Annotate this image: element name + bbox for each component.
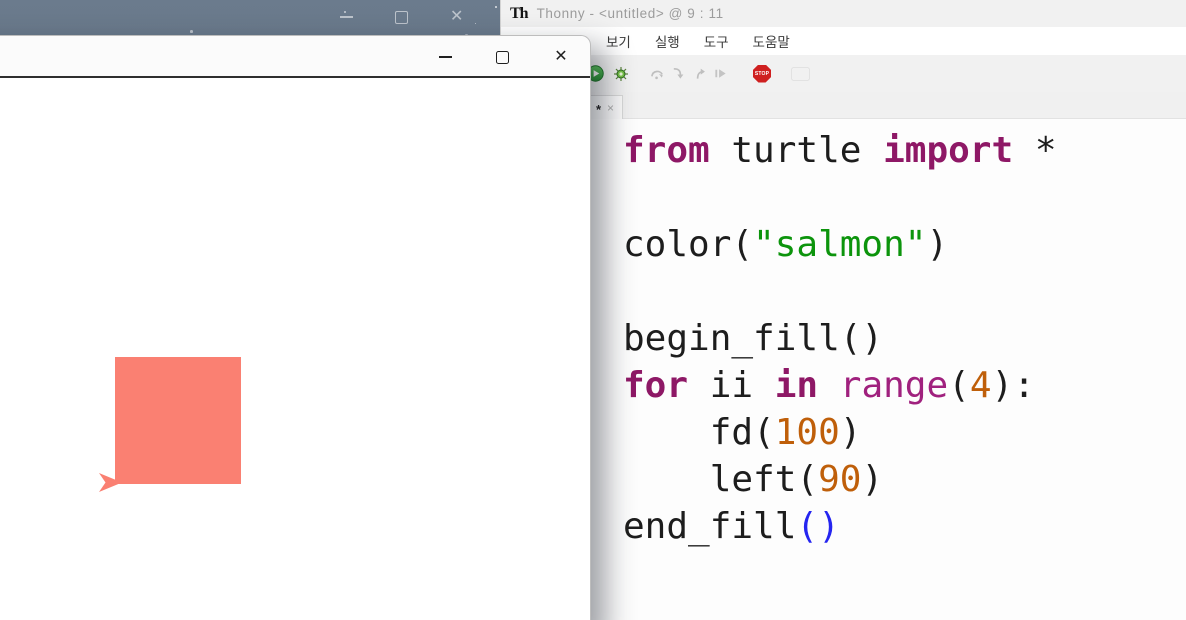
- menu-run[interactable]: 실행: [655, 31, 680, 51]
- close-button[interactable]: ✕: [548, 36, 574, 78]
- turtle-graphics-window: ✕: [0, 35, 591, 620]
- resume-icon: [715, 69, 726, 78]
- close-icon[interactable]: ✕: [450, 9, 463, 25]
- step-buttons-group: [650, 66, 728, 81]
- close-icon: ✕: [554, 48, 568, 65]
- step-into-icon: [673, 67, 684, 79]
- menu-help[interactable]: 도움말: [753, 31, 790, 51]
- code-editor[interactable]: from turtle import * color("salmon") beg…: [501, 119, 1186, 620]
- stop-button[interactable]: STOP: [753, 64, 771, 83]
- code-line: color("salmon"): [623, 224, 949, 265]
- code-line: end_fill(): [623, 506, 840, 547]
- minimize-button[interactable]: [432, 36, 458, 78]
- step-out-button[interactable]: [692, 66, 707, 81]
- star-dot: [189, 29, 193, 33]
- turtle-cursor-icon: [99, 472, 122, 492]
- thonny-app-icon: Th: [510, 4, 529, 22]
- code-line: fd(100): [623, 412, 862, 453]
- editor-tabstrip: * ×: [501, 92, 1186, 119]
- minimize-icon[interactable]: [340, 16, 353, 18]
- maximize-icon[interactable]: [395, 10, 408, 24]
- minimize-icon: [438, 56, 452, 58]
- code-line: from turtle import *: [623, 130, 1057, 171]
- step-into-button[interactable]: [671, 66, 686, 81]
- background-window-controls: ✕: [340, 6, 463, 28]
- step-over-button[interactable]: [650, 66, 665, 81]
- step-over-icon: [651, 70, 663, 80]
- turtle-window-titlebar[interactable]: ✕: [0, 36, 590, 78]
- maximize-icon: [495, 50, 509, 64]
- turtle-canvas: [0, 80, 590, 620]
- menu-tools[interactable]: 도구: [704, 31, 729, 51]
- menubar: 보기 실행 도구 도움말: [501, 27, 1186, 55]
- maximize-button[interactable]: [489, 36, 515, 78]
- code-line: begin_fill(): [623, 318, 884, 359]
- bug-icon: [614, 66, 628, 81]
- tab-modified-indicator: *: [595, 102, 602, 117]
- menu-view[interactable]: 보기: [606, 31, 631, 51]
- debug-button[interactable]: [613, 66, 629, 82]
- resume-button[interactable]: [713, 66, 728, 81]
- toolbar: STOP: [501, 55, 1186, 92]
- ukraine-flag-icon: [792, 68, 809, 80]
- step-out-icon: [696, 68, 705, 79]
- code-line: for ii in range(4):: [623, 365, 1035, 406]
- tab-close-icon[interactable]: ×: [607, 102, 614, 114]
- code-line: left(90): [623, 459, 884, 500]
- star-dot: [474, 22, 477, 25]
- star-dot: [495, 6, 498, 9]
- thonny-window: Th Thonny - <untitled> @ 9 : 11 보기 실행 도구…: [500, 0, 1186, 620]
- thonny-titlebar[interactable]: Th Thonny - <untitled> @ 9 : 11: [501, 0, 1186, 27]
- drawn-salmon-square: [115, 356, 241, 484]
- editor-tab-untitled[interactable]: * ×: [587, 95, 623, 119]
- window-title: Thonny - <untitled> @ 9 : 11: [536, 6, 724, 21]
- stop-icon: STOP: [754, 70, 770, 77]
